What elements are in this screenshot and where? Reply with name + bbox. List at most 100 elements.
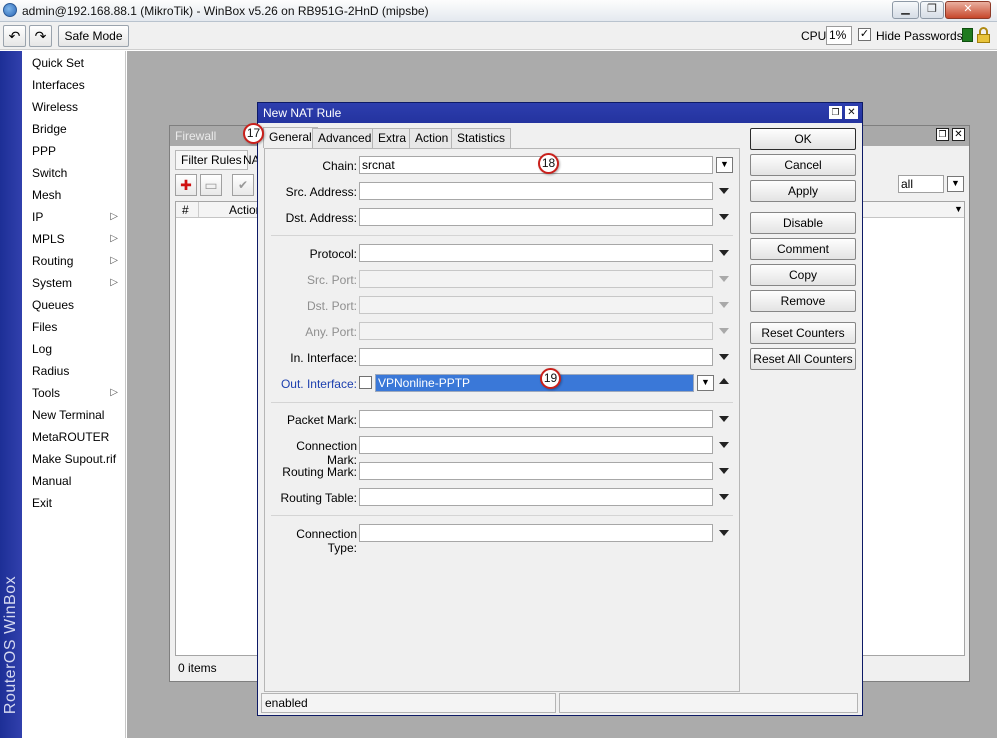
menu-item-system[interactable]: System ▷ bbox=[22, 272, 126, 294]
connection-mark-dropdown-icon[interactable] bbox=[719, 442, 729, 448]
hide-passwords-checkbox[interactable]: ✓ bbox=[858, 28, 871, 41]
undo-icon[interactable]: ↶ bbox=[3, 25, 26, 47]
connection-type-dropdown-icon[interactable] bbox=[719, 530, 729, 536]
filter-dropdown-arrow-icon[interactable]: ▼ bbox=[947, 176, 964, 192]
menu-item-exit[interactable]: Exit bbox=[22, 492, 126, 514]
reset-all-counters-button[interactable]: Reset All Counters bbox=[750, 348, 856, 370]
enable-icon[interactable]: ✔ bbox=[232, 174, 254, 196]
routing-table-input[interactable] bbox=[359, 488, 713, 506]
dst-port-label: Dst. Port: bbox=[306, 299, 357, 313]
dst-address-dropdown-icon[interactable] bbox=[719, 214, 729, 220]
tab-filter-rules[interactable]: Filter Rules bbox=[175, 150, 248, 170]
src-port-label: Src. Port: bbox=[306, 273, 357, 287]
menu-item-new-terminal[interactable]: New Terminal bbox=[22, 404, 126, 426]
maximize-icon[interactable]: ❐ bbox=[936, 128, 949, 141]
collapse-up-icon[interactable] bbox=[719, 378, 729, 384]
items-count: 0 items bbox=[178, 661, 217, 675]
packet-mark-dropdown-icon[interactable] bbox=[719, 416, 729, 422]
src-address-dropdown-icon[interactable] bbox=[719, 188, 729, 194]
chain-label: Chain: bbox=[322, 159, 357, 173]
in-interface-dropdown-icon[interactable] bbox=[719, 354, 729, 360]
hide-passwords-label: Hide Passwords bbox=[876, 29, 963, 43]
reset-counters-button[interactable]: Reset Counters bbox=[750, 322, 856, 344]
protocol-input[interactable] bbox=[359, 244, 713, 262]
dst-port-input bbox=[359, 296, 713, 314]
safe-mode-button[interactable]: Safe Mode bbox=[58, 25, 129, 47]
menu-item-queues[interactable]: Queues bbox=[22, 294, 126, 316]
main-menu: Quick Set Interfaces Wireless Bridge PPP… bbox=[22, 51, 126, 738]
maximize-icon[interactable]: ❐ bbox=[829, 106, 842, 119]
chain-dropdown-icon[interactable]: ▼ bbox=[716, 157, 733, 173]
add-icon[interactable]: ✚ bbox=[175, 174, 197, 196]
dst-address-input[interactable] bbox=[359, 208, 713, 226]
remove-button[interactable]: Remove bbox=[750, 290, 856, 312]
dst-address-label: Dst. Address: bbox=[285, 211, 357, 225]
step-18-marker: 18 bbox=[538, 153, 559, 174]
status-indicator-icon bbox=[962, 28, 973, 42]
menu-item-interfaces[interactable]: Interfaces bbox=[22, 74, 126, 96]
ok-button[interactable]: OK bbox=[750, 128, 856, 150]
maximize-icon[interactable]: ❐ bbox=[920, 1, 944, 19]
side-strip-text: RouterOS WinBox bbox=[2, 575, 19, 715]
tab-general[interactable]: General bbox=[263, 127, 318, 148]
connection-mark-input[interactable] bbox=[359, 436, 713, 454]
menu-item-switch[interactable]: Switch bbox=[22, 162, 126, 184]
protocol-dropdown-icon[interactable] bbox=[719, 250, 729, 256]
tab-extra[interactable]: Extra bbox=[372, 128, 413, 148]
remove-icon[interactable]: ▭ bbox=[200, 174, 222, 196]
cancel-button[interactable]: Cancel bbox=[750, 154, 856, 176]
menu-item-tools[interactable]: Tools ▷ bbox=[22, 382, 126, 404]
close-icon[interactable]: ✕ bbox=[952, 128, 965, 141]
column-menu-arrow-icon[interactable]: ▼ bbox=[954, 204, 963, 214]
col-hash[interactable]: # bbox=[182, 203, 189, 217]
tab-statistics[interactable]: Statistics bbox=[451, 128, 512, 148]
minimize-icon[interactable]: ▁ bbox=[892, 1, 919, 19]
routing-table-label: Routing Table: bbox=[280, 491, 358, 505]
close-icon[interactable]: ✕ bbox=[845, 106, 858, 119]
menu-item-files[interactable]: Files bbox=[22, 316, 126, 338]
main-toolbar: ↶ ↷ Safe Mode CPU: 1% ✓ Hide Passwords bbox=[0, 22, 997, 50]
lock-icon bbox=[977, 27, 990, 43]
menu-item-bridge[interactable]: Bridge bbox=[22, 118, 126, 140]
src-port-input bbox=[359, 270, 713, 288]
out-interface-input[interactable]: VPNonline-PPTP bbox=[375, 374, 694, 392]
menu-item-ip[interactable]: IP ▷ bbox=[22, 206, 126, 228]
menu-item-routing[interactable]: Routing ▷ bbox=[22, 250, 126, 272]
disable-button[interactable]: Disable bbox=[750, 212, 856, 234]
connection-type-input[interactable] bbox=[359, 524, 713, 542]
tab-advanced[interactable]: Advanced bbox=[312, 128, 378, 148]
menu-item-wireless[interactable]: Wireless bbox=[22, 96, 126, 118]
in-interface-input[interactable] bbox=[359, 348, 713, 366]
packet-mark-input[interactable] bbox=[359, 410, 713, 428]
menu-item-quick-set[interactable]: Quick Set bbox=[22, 52, 126, 74]
menu-item-ppp[interactable]: PPP bbox=[22, 140, 126, 162]
chain-input[interactable]: srcnat bbox=[359, 156, 713, 174]
submenu-arrow-icon: ▷ bbox=[110, 255, 118, 266]
window-title: admin@192.168.88.1 (MikroTik) - WinBox v… bbox=[22, 4, 429, 18]
cpu-value: 1% bbox=[826, 26, 852, 45]
routing-mark-dropdown-icon[interactable] bbox=[719, 468, 729, 474]
copy-button[interactable]: Copy bbox=[750, 264, 856, 286]
menu-item-mpls[interactable]: MPLS ▷ bbox=[22, 228, 126, 250]
src-address-input[interactable] bbox=[359, 182, 713, 200]
menu-item-log[interactable]: Log bbox=[22, 338, 126, 360]
menu-item-radius[interactable]: Radius bbox=[22, 360, 126, 382]
packet-mark-label: Packet Mark: bbox=[286, 413, 357, 427]
menu-item-metarouter[interactable]: MetaROUTER bbox=[22, 426, 126, 448]
redo-icon[interactable]: ↷ bbox=[29, 25, 52, 47]
filter-dropdown[interactable]: all bbox=[898, 175, 944, 193]
menu-item-manual[interactable]: Manual bbox=[22, 470, 126, 492]
out-interface-invert-checkbox[interactable] bbox=[359, 376, 372, 389]
apply-button[interactable]: Apply bbox=[750, 180, 856, 202]
menu-item-make-supout[interactable]: Make Supout.rif bbox=[22, 448, 126, 470]
dst-port-dropdown-icon bbox=[719, 302, 729, 308]
dialog-statusbar: enabled bbox=[261, 693, 858, 713]
routing-table-dropdown-icon[interactable] bbox=[719, 494, 729, 500]
routing-mark-input[interactable] bbox=[359, 462, 713, 480]
dialog-title: New NAT Rule bbox=[258, 103, 862, 123]
close-icon[interactable]: ✕ bbox=[945, 1, 991, 19]
comment-button[interactable]: Comment bbox=[750, 238, 856, 260]
tab-action[interactable]: Action bbox=[409, 128, 455, 148]
out-interface-dropdown-icon[interactable]: ▼ bbox=[697, 375, 714, 391]
menu-item-mesh[interactable]: Mesh bbox=[22, 184, 126, 206]
